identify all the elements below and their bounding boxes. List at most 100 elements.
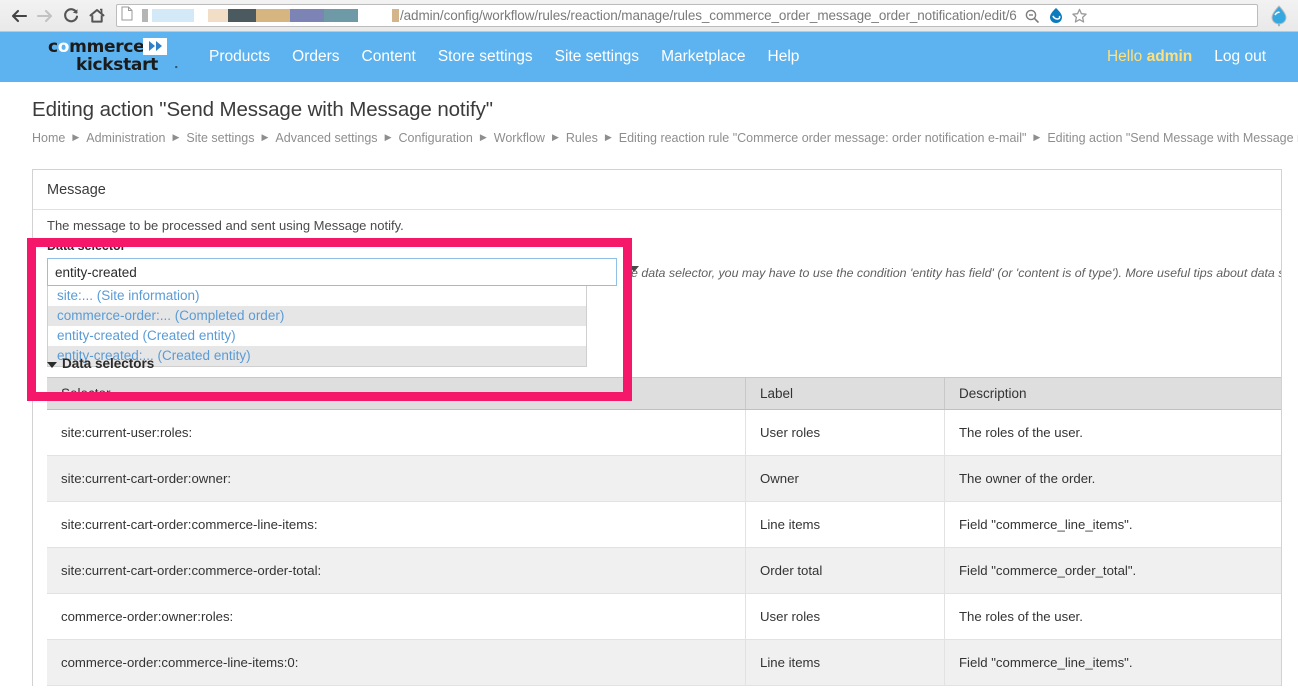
data-selector-combobox: site:... (Site information) commerce-ord…	[47, 258, 639, 367]
panel-body: The message to be processed and sent usi…	[33, 210, 1281, 686]
cell-description: Field "commerce_order_total".	[944, 547, 1281, 594]
data-selector-help-text: e data selector, you may have to use the…	[631, 266, 1281, 280]
table-row: site:current-user:roles: User roles The …	[47, 409, 1281, 456]
nav-item-marketplace[interactable]: Marketplace	[650, 48, 756, 66]
column-header-label: Label	[745, 377, 945, 410]
data-selector-input[interactable]	[47, 258, 617, 286]
site-header: commerce kickstart ˚ Products Orders Con…	[0, 32, 1298, 82]
cell-description: The roles of the user.	[944, 409, 1281, 456]
breadcrumb-item-site-settings[interactable]: Site settings	[186, 131, 254, 145]
drupal-droplet-icon[interactable]	[1045, 5, 1067, 27]
breadcrumb-separator-icon: ▶	[384, 131, 392, 142]
url-string: /admin/config/workflow/rules/reaction/ma…	[400, 8, 1017, 23]
logo-line-2: kickstart	[75, 54, 158, 75]
cell-label: Order total	[745, 547, 945, 594]
panel-description: The message to be processed and sent usi…	[47, 218, 404, 233]
home-button[interactable]	[84, 3, 110, 29]
reload-button[interactable]	[58, 3, 84, 29]
back-arrow-icon	[10, 8, 28, 24]
breadcrumb-item-workflow[interactable]: Workflow	[494, 131, 545, 145]
greeting: Hello admin	[1106, 48, 1193, 65]
cell-selector: site:current-user:roles:	[47, 409, 746, 456]
cell-label: Owner	[745, 455, 945, 502]
cell-label: Line items	[745, 501, 945, 548]
table-row: commerce-order:commerce-line-items:0: Li…	[47, 639, 1281, 686]
star-bookmark-icon[interactable]	[1069, 5, 1091, 27]
panel-heading: Message	[33, 170, 1281, 210]
cell-label: User roles	[745, 409, 945, 456]
content-area: Message The message to be processed and …	[0, 145, 1298, 686]
table-header-row: Selector Label Description	[47, 377, 1281, 410]
redacted-host-block	[137, 9, 392, 22]
logo-trademark: ˚	[175, 64, 178, 75]
required-marker: *	[129, 239, 134, 253]
reload-icon	[62, 7, 80, 25]
nav-item-help[interactable]: Help	[757, 48, 811, 66]
title-block: Editing action "Send Message with Messag…	[0, 82, 1298, 145]
breadcrumb-separator-icon: ▶	[551, 131, 559, 142]
breadcrumb: Home ▶ Administration ▶ Site settings ▶ …	[32, 131, 1298, 145]
autocomplete-suggestions: site:... (Site information) commerce-ord…	[47, 286, 587, 367]
username: admin	[1146, 48, 1193, 65]
zoom-out-icon[interactable]	[1021, 5, 1043, 27]
breadcrumb-item-configuration[interactable]: Configuration	[398, 131, 472, 145]
cell-description: Field "commerce_line_items".	[944, 501, 1281, 548]
column-header-selector: Selector	[47, 377, 746, 410]
nav-item-content[interactable]: Content	[351, 48, 427, 66]
home-icon	[88, 7, 106, 25]
page-title: Editing action "Send Message with Messag…	[32, 98, 493, 121]
nav-item-site-settings[interactable]: Site settings	[544, 48, 650, 66]
data-selectors-toggle[interactable]: Data selectors	[47, 356, 1281, 371]
table-head: Selector Label Description	[47, 377, 1281, 410]
breadcrumb-item-editing-reaction-rule[interactable]: Editing reaction rule "Commerce order me…	[619, 131, 1027, 145]
cell-selector: commerce-order:commerce-line-items:0:	[47, 639, 746, 686]
data-selector-row: site:... (Site information) commerce-ord…	[47, 258, 1281, 367]
logout-link[interactable]: Log out	[1204, 48, 1276, 66]
cell-selector: site:current-cart-order:owner:	[47, 455, 746, 502]
table-row: commerce-order:owner:roles: User roles T…	[47, 593, 1281, 640]
breadcrumb-separator-icon: ▶	[479, 131, 487, 142]
breadcrumb-item-current: Editing action "Send Message with Messag…	[1047, 131, 1298, 145]
commerce-kickstart-logo[interactable]: commerce kickstart ˚	[48, 37, 180, 76]
breadcrumb-separator-icon: ▶	[72, 131, 80, 142]
nav-item-orders[interactable]: Orders	[281, 48, 350, 66]
breadcrumb-item-administration[interactable]: Administration	[86, 131, 165, 145]
data-selectors-toggle-label: Data selectors	[62, 356, 155, 371]
nav-item-products[interactable]: Products	[198, 48, 281, 66]
cell-label: User roles	[745, 593, 945, 640]
page-document-icon	[121, 6, 133, 26]
breadcrumb-item-home[interactable]: Home	[32, 131, 65, 145]
table-body: site:current-user:roles: User roles The …	[47, 409, 1281, 686]
main-navigation: Products Orders Content Store settings S…	[198, 48, 1095, 66]
cell-selector: site:current-cart-order:commerce-order-t…	[47, 547, 746, 594]
browser-toolbar: /admin/config/workflow/rules/reaction/ma…	[0, 0, 1298, 32]
breadcrumb-separator-icon: ▶	[261, 131, 269, 142]
blue-droplet-extension-icon[interactable]	[1266, 3, 1292, 29]
url-text: /admin/config/workflow/rules/reaction/ma…	[392, 8, 1017, 23]
nav-item-store-settings[interactable]: Store settings	[427, 48, 544, 66]
cell-selector: site:current-cart-order:commerce-line-it…	[47, 501, 746, 548]
double-arrow-icon	[143, 37, 167, 55]
breadcrumb-separator-icon: ▶	[172, 131, 180, 142]
addressbar-icons	[1021, 5, 1091, 27]
address-bar[interactable]: /admin/config/workflow/rules/reaction/ma…	[116, 4, 1258, 27]
triangle-down-icon	[47, 361, 57, 368]
back-button[interactable]	[6, 3, 32, 29]
cell-description: The roles of the user.	[944, 593, 1281, 640]
breadcrumb-separator-icon: ▶	[1033, 131, 1041, 142]
table-row: site:current-cart-order:commerce-line-it…	[47, 501, 1281, 548]
breadcrumb-item-rules[interactable]: Rules	[566, 131, 598, 145]
suggestion-item-site[interactable]: site:... (Site information)	[48, 286, 586, 306]
breadcrumb-item-advanced-settings[interactable]: Advanced settings	[275, 131, 377, 145]
suggestion-item-commerce-order[interactable]: commerce-order:... (Completed order)	[48, 306, 586, 326]
cell-description: The owner of the order.	[944, 455, 1281, 502]
data-selectors-table: Selector Label Description site:current-…	[47, 377, 1281, 686]
suggestion-item-entity-created[interactable]: entity-created (Created entity)	[48, 326, 586, 346]
table-row: site:current-cart-order:commerce-order-t…	[47, 547, 1281, 594]
cell-description: Field "commerce_line_items".	[944, 639, 1281, 686]
cell-selector: commerce-order:owner:roles:	[47, 593, 746, 640]
chevron-down-icon[interactable]	[629, 266, 639, 272]
cell-label: Line items	[745, 639, 945, 686]
forward-arrow-icon	[36, 8, 54, 24]
message-panel: Message The message to be processed and …	[32, 169, 1282, 686]
